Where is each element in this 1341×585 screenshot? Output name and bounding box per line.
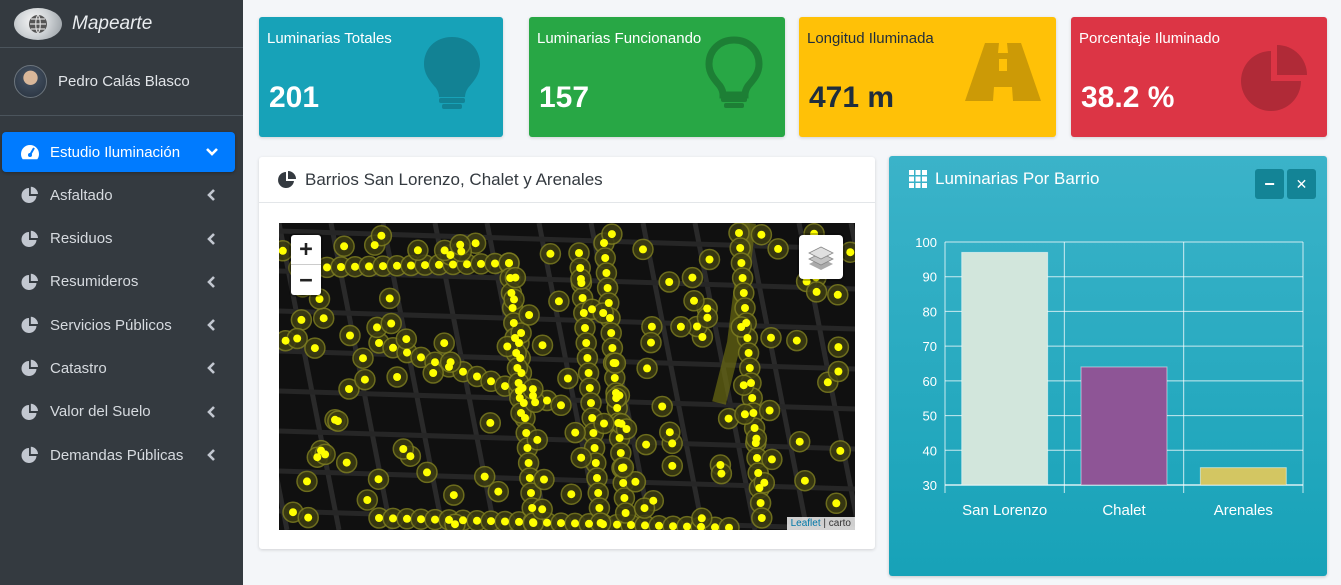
pie-chart-icon	[278, 170, 296, 188]
info-box-title: Longitud Iluminada	[807, 30, 934, 47]
sidebar-item-label: Servicios Públicos	[50, 316, 172, 334]
pie-chart-icon	[20, 229, 40, 249]
bar-2	[1199, 467, 1287, 486]
chart-card: Luminarias Por Barrio − ✕ 30 40 50 60 70 80 90…	[889, 156, 1327, 576]
zoom-in-button[interactable]: +	[291, 235, 321, 265]
y-tick-label: 60	[923, 374, 937, 389]
y-tick-label: 30	[923, 478, 937, 493]
sidebar-item-label: Resumideros	[50, 273, 139, 291]
info-box-title: Luminarias Funcionando	[537, 30, 702, 47]
close-icon: ✕	[1295, 175, 1308, 192]
pie-chart-icon	[20, 272, 40, 292]
sidebar-item-estudio-iluminacion[interactable]: Estudio Iluminación	[2, 132, 235, 172]
pie-chart-icon	[20, 445, 40, 465]
info-box-luminarias-totales: Luminarias Totales 201	[259, 17, 503, 137]
brand[interactable]: Mapearte	[0, 0, 243, 48]
map-card-title: Barrios San Lorenzo, Chalet y Arenales	[305, 169, 603, 189]
pie-chart-icon	[20, 402, 40, 422]
chevron-left-icon	[205, 361, 219, 375]
chevron-left-icon	[205, 188, 219, 202]
y-tick-label: 40	[923, 443, 937, 458]
sidebar-item-label: Demandas Públicas	[50, 446, 184, 464]
chevron-left-icon	[205, 448, 219, 462]
y-tick-label: 70	[923, 339, 937, 354]
road-icon	[965, 43, 1041, 101]
x-tick-label: Arenales	[1214, 502, 1273, 519]
map-card: Barrios San Lorenzo, Chalet y Arenales +…	[259, 157, 875, 549]
chevron-left-icon	[205, 232, 219, 246]
sidebar-item-valor-del-suelo[interactable]: Valor del Suelo	[2, 392, 235, 432]
sidebar-item-residuos[interactable]: Residuos	[2, 219, 235, 259]
sidebar-item-asfaltado[interactable]: Asfaltado	[2, 175, 235, 215]
info-box-porcentaje-iluminado: Porcentaje Iluminado 38.2 %	[1071, 17, 1327, 137]
y-tick-label: 80	[923, 304, 937, 319]
sidebar-item-label: Catastro	[50, 359, 107, 377]
minimize-button[interactable]: −	[1255, 169, 1284, 199]
sidebar-item-demandas-publicas[interactable]: Demandas Públicas	[2, 435, 235, 475]
chevron-left-icon	[205, 318, 219, 332]
minus-icon: −	[1264, 173, 1275, 194]
pie-chart-icon	[20, 315, 40, 335]
pie-chart-icon	[20, 358, 40, 378]
bar-0	[961, 251, 1049, 486]
avatar	[14, 65, 47, 98]
brand-name: Mapearte	[72, 12, 153, 34]
map-canvas[interactable]	[279, 223, 855, 530]
y-tick-label: 50	[923, 409, 937, 424]
sidebar-nav: Estudio Iluminación Asfaltado Residuos Resu…	[0, 116, 243, 475]
info-box-luminarias-funcionando: Luminarias Funcionando 157	[529, 17, 785, 137]
gauge-icon	[20, 142, 40, 162]
attribution-separator: |	[820, 518, 829, 529]
chart-card-title: Luminarias Por Barrio	[935, 169, 1100, 188]
luminaria-markers	[279, 223, 855, 530]
sidebar-item-catastro[interactable]: Catastro	[2, 348, 235, 388]
user-panel[interactable]: Pedro Calás Blasco	[0, 48, 243, 116]
sidebar-item-label: Estudio Iluminación	[50, 143, 181, 161]
chevron-down-icon	[205, 145, 219, 159]
lightbulb-outline-icon	[705, 36, 763, 108]
leaflet-link[interactable]: Leaflet	[791, 518, 821, 529]
chevron-left-icon	[205, 405, 219, 419]
chevron-left-icon	[205, 275, 219, 289]
zoom-out-button[interactable]: −	[291, 265, 321, 295]
sidebar-item-label: Asfaltado	[50, 186, 113, 204]
grid-icon	[909, 170, 927, 188]
lightbulb-icon	[424, 37, 480, 109]
close-button[interactable]: ✕	[1287, 169, 1316, 199]
info-box-value: 201	[269, 81, 320, 114]
info-box-value: 471 m	[809, 81, 895, 114]
info-box-title: Luminarias Totales	[267, 30, 392, 47]
layers-icon	[808, 246, 834, 270]
info-box-value: 38.2 %	[1081, 81, 1175, 114]
info-box-value: 157	[539, 81, 590, 114]
info-box-longitud-iluminada: Longitud Iluminada 471 m	[799, 17, 1056, 137]
layers-button[interactable]	[799, 235, 843, 279]
sidebar-item-label: Residuos	[50, 230, 113, 248]
x-tick-label: San Lorenzo	[962, 502, 1047, 519]
map-card-header: Barrios San Lorenzo, Chalet y Arenales	[259, 157, 875, 203]
attribution-text: carto	[828, 518, 851, 529]
pie-chart-icon	[1241, 45, 1307, 111]
y-tick-label: 90	[923, 270, 937, 285]
map[interactable]: + − Leaflet | carto	[279, 223, 855, 530]
x-tick-label: Chalet	[1102, 502, 1146, 519]
info-box-title: Porcentaje Iluminado	[1079, 30, 1220, 47]
sidebar-item-label: Valor del Suelo	[50, 403, 151, 421]
bar-1	[1080, 366, 1168, 486]
y-tick-label: 100	[915, 235, 937, 250]
sidebar: Mapearte Pedro Calás Blasco Estudio Ilum…	[0, 0, 243, 585]
bar-chart: 30 40 50 60 70 80 90 100 San Lorenzo Chalet Arenal…	[915, 235, 1304, 519]
user-name: Pedro Calás Blasco	[58, 73, 190, 90]
pie-chart-icon	[20, 185, 40, 205]
globe-logo-icon	[14, 7, 62, 40]
sidebar-item-resumideros[interactable]: Resumideros	[2, 262, 235, 302]
map-attribution: Leaflet | carto	[786, 517, 855, 530]
sidebar-item-servicios-publicos[interactable]: Servicios Públicos	[2, 305, 235, 345]
zoom-control: + −	[291, 235, 321, 295]
